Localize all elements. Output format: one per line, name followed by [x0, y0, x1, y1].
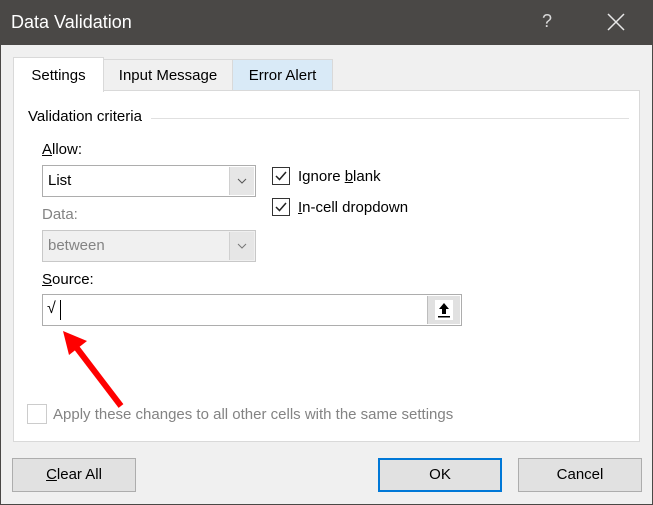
close-icon: [607, 13, 625, 31]
red-annotation-arrow: [63, 331, 124, 408]
dialog-title: Data Validation: [11, 12, 132, 32]
source-range-selector-button[interactable]: [427, 296, 460, 324]
collapse-dialog-arrow-up-icon: [435, 300, 453, 320]
tab-settings[interactable]: Settings: [13, 57, 104, 92]
in-cell-dropdown-checkbox[interactable]: [272, 198, 290, 216]
cancel-button[interactable]: Cancel: [518, 458, 642, 492]
chevron-down-icon: [237, 243, 247, 249]
ignore-blank-label: Ignore blank: [298, 168, 381, 185]
allow-label: Allow:: [42, 141, 83, 158]
tab-error-alert[interactable]: Error Alert: [232, 59, 333, 90]
apply-all-checkbox[interactable]: [27, 404, 47, 424]
allow-select[interactable]: List: [42, 165, 256, 197]
text-cursor: [60, 300, 61, 320]
source-label: Source:: [42, 271, 94, 288]
help-button[interactable]: ?: [542, 11, 552, 32]
data-select[interactable]: between: [42, 230, 256, 262]
checkmark-icon: [275, 202, 287, 212]
data-dropdown-button[interactable]: [229, 232, 254, 260]
source-value: √: [47, 300, 56, 317]
title-bar: Data Validation ?: [1, 1, 652, 45]
close-button[interactable]: [606, 12, 626, 32]
allow-dropdown-button[interactable]: [229, 167, 254, 195]
data-value: between: [48, 237, 105, 254]
allow-value: List: [48, 172, 72, 189]
data-validation-dialog: Data Validation ? Settings Input Message…: [0, 0, 653, 505]
ok-button[interactable]: OK: [378, 458, 502, 492]
validation-criteria-heading: Validation criteria: [28, 108, 148, 125]
tab-input-message[interactable]: Input Message: [103, 59, 233, 90]
clear-all-button[interactable]: Clear All: [12, 458, 136, 492]
data-label: Data:: [42, 206, 78, 223]
ignore-blank-checkbox[interactable]: [272, 167, 290, 185]
checkmark-icon: [275, 171, 287, 181]
apply-all-label: Apply these changes to all other cells w…: [53, 406, 454, 423]
group-divider: [151, 118, 629, 119]
in-cell-dropdown-label: In-cell dropdown: [298, 199, 409, 216]
chevron-down-icon: [237, 178, 247, 184]
